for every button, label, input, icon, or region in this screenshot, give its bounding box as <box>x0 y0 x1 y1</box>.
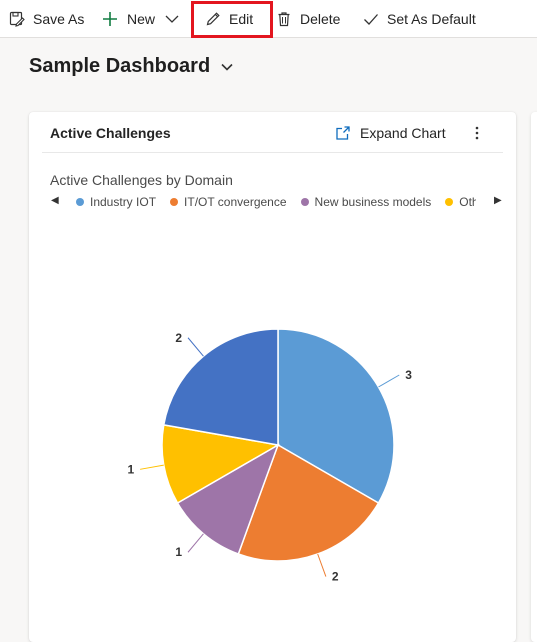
new-label: New <box>127 11 156 27</box>
trash-icon <box>278 12 290 27</box>
checkmark-icon <box>364 14 378 25</box>
chevron-down-icon <box>221 63 233 71</box>
pie-slice[interactable] <box>162 328 279 446</box>
slice-leader-line <box>378 374 400 388</box>
set-as-default-label: Set As Default <box>387 11 476 27</box>
dashboard-selector[interactable]: Sample Dashboard <box>29 55 234 78</box>
slice-leader-line <box>187 337 204 357</box>
edit-button[interactable]: Edit <box>205 0 253 38</box>
command-bar: Save As New Edit Delete Set As Default <box>0 0 537 38</box>
next-card-edge <box>531 112 537 642</box>
save-as-button[interactable]: Save As <box>9 0 84 38</box>
slice-data-label: 1 <box>127 462 134 476</box>
page-title: Sample Dashboard <box>29 55 211 77</box>
slice-leader-line <box>187 533 204 553</box>
chevron-down-icon <box>165 15 179 23</box>
edit-label: Edit <box>229 11 254 27</box>
pie-chart: 3 2 1 1 2 <box>127 328 412 584</box>
plus-icon <box>103 12 117 26</box>
save-as-icon <box>9 11 25 27</box>
slice-leader-line <box>140 464 164 470</box>
slice-data-label: 2 <box>332 570 339 584</box>
new-button[interactable]: New <box>101 0 155 38</box>
slice-data-label: 3 <box>405 368 412 382</box>
new-dropdown-button[interactable] <box>164 0 180 38</box>
slice-leader-line <box>317 553 327 577</box>
save-as-label: Save As <box>33 11 85 27</box>
chart-card: Active Challenges Expand Chart Active Ch… <box>29 112 516 642</box>
slice-data-label: 2 <box>175 331 182 345</box>
pencil-icon <box>206 12 220 26</box>
delete-label: Delete <box>300 11 341 27</box>
delete-button[interactable]: Delete <box>276 0 340 38</box>
slice-data-label: 1 <box>175 545 182 559</box>
set-as-default-button[interactable]: Set As Default <box>363 0 476 38</box>
